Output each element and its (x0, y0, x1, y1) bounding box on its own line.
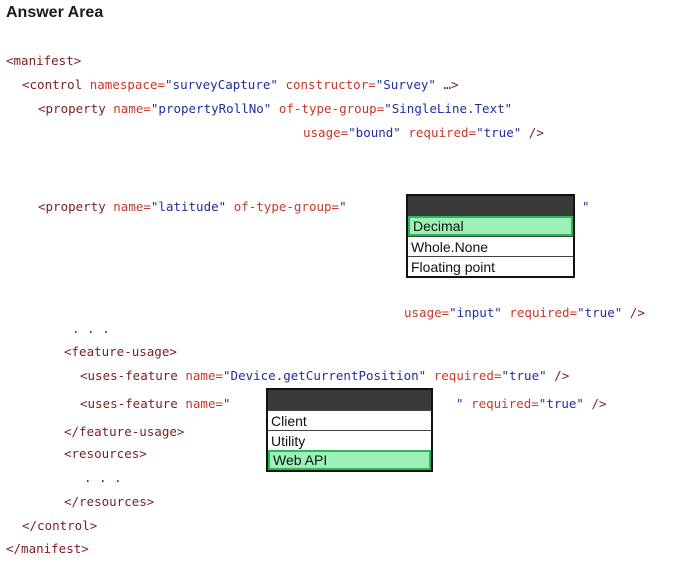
control-tag: <control (22, 77, 83, 92)
uses-feature-line-2: <uses-feature name=" (80, 396, 231, 412)
of-type-group-attr: of-type-group= (233, 199, 340, 214)
required-value: "true" (577, 305, 623, 320)
required-value: "true" (538, 396, 584, 411)
required-attr: required= (509, 305, 578, 320)
constructor-value: "Survey" (375, 77, 436, 92)
resources-open-tag: <resources> (64, 446, 147, 461)
usage-attr: usage= (303, 125, 349, 140)
option-client[interactable]: Client (268, 410, 431, 430)
option-utility[interactable]: Utility (268, 430, 431, 450)
property-rollno-line: <property name="propertyRollNo" of-type-… (38, 101, 512, 117)
name-attr: name= (113, 199, 151, 214)
quote-open: " (339, 199, 347, 214)
uses-feature-tag: <uses-feature (80, 368, 178, 383)
feature-usage-close-tag: </feature-usage> (64, 424, 185, 439)
resources-close-tag: </resources> (64, 494, 155, 509)
option-floating-point[interactable]: Floating point (408, 256, 573, 276)
control-close-line: </control> (22, 518, 97, 534)
property-close: /> (622, 305, 645, 320)
resources-close-line: </resources> (64, 494, 154, 510)
name-value: "Device.getCurrentPosition" (223, 368, 427, 383)
usage-attr: usage= (404, 305, 450, 320)
property-rollno-line2: usage="bound" required="true" /> (303, 125, 544, 141)
constructor-attr: constructor= (285, 77, 376, 92)
feature-usage-open-tag: <feature-usage> (64, 344, 177, 359)
required-attr: required= (433, 368, 502, 383)
property-latitude-line2: usage="input" required="true" /> (404, 305, 645, 321)
name-value: "propertyRollNo" (150, 101, 272, 116)
required-attr: required= (408, 125, 477, 140)
property-tag: <property (38, 101, 106, 116)
name-value: "latitude" (150, 199, 227, 214)
dropdown-header[interactable] (268, 390, 431, 410)
control-open-end: …> (435, 77, 459, 92)
property-tag: <property (38, 199, 106, 214)
manifest-open-tag: <manifest> (6, 53, 82, 68)
manifest-close-tag: </manifest> (6, 541, 89, 556)
uses-feature-line-2-tail: " required="true" /> (456, 396, 607, 412)
namespace-value: "surveyCapture" (165, 77, 278, 92)
feature-usage-open-line: <feature-usage> (64, 344, 177, 360)
manifest-open-line: <manifest> (6, 53, 81, 69)
quote-close: " (582, 199, 590, 214)
uses-feature-close: /> (546, 368, 570, 383)
of-type-group-value: "SingleLine.Text" (384, 101, 513, 116)
ellipsis-2: . . . (84, 470, 122, 485)
option-web-api[interactable]: Web API (268, 450, 431, 470)
answer-area-title: Answer Area (6, 4, 104, 21)
uses-feature-tag: <uses-feature (80, 396, 178, 411)
ellipsis-1: . . . (72, 321, 110, 336)
name-attr: name= (185, 368, 224, 383)
quote-close-latitude: " (582, 199, 590, 215)
uses-feature-close: /> (583, 396, 607, 411)
feature-name-dropdown[interactable]: Client Utility Web API (266, 388, 433, 472)
type-group-dropdown[interactable]: Decimal Whole.None Floating point (406, 194, 575, 278)
resources-open-line: <resources> (64, 446, 147, 462)
control-close-tag: </control> (22, 518, 98, 533)
dropdown-header[interactable] (408, 196, 573, 216)
name-attr: name= (185, 396, 224, 411)
namespace-attr: namespace= (89, 77, 166, 92)
quote-close: " (456, 396, 464, 411)
manifest-close-line: </manifest> (6, 541, 89, 557)
option-decimal[interactable]: Decimal (408, 216, 573, 236)
required-value: "true" (501, 368, 547, 383)
property-latitude-line: <property name="latitude" of-type-group=… (38, 199, 347, 215)
of-type-group-attr: of-type-group= (278, 101, 385, 116)
property-close: /> (521, 125, 544, 140)
option-whole-none[interactable]: Whole.None (408, 236, 573, 256)
control-open-line: <control namespace="surveyCapture" const… (22, 77, 459, 93)
name-attr: name= (113, 101, 151, 116)
feature-usage-close-line: </feature-usage> (64, 424, 184, 440)
required-attr: required= (471, 396, 539, 411)
quote-open: " (223, 396, 231, 411)
usage-value: "input" (449, 305, 502, 320)
usage-value: "bound" (348, 125, 401, 140)
uses-feature-line-1: <uses-feature name="Device.getCurrentPos… (80, 368, 569, 384)
required-value: "true" (476, 125, 522, 140)
